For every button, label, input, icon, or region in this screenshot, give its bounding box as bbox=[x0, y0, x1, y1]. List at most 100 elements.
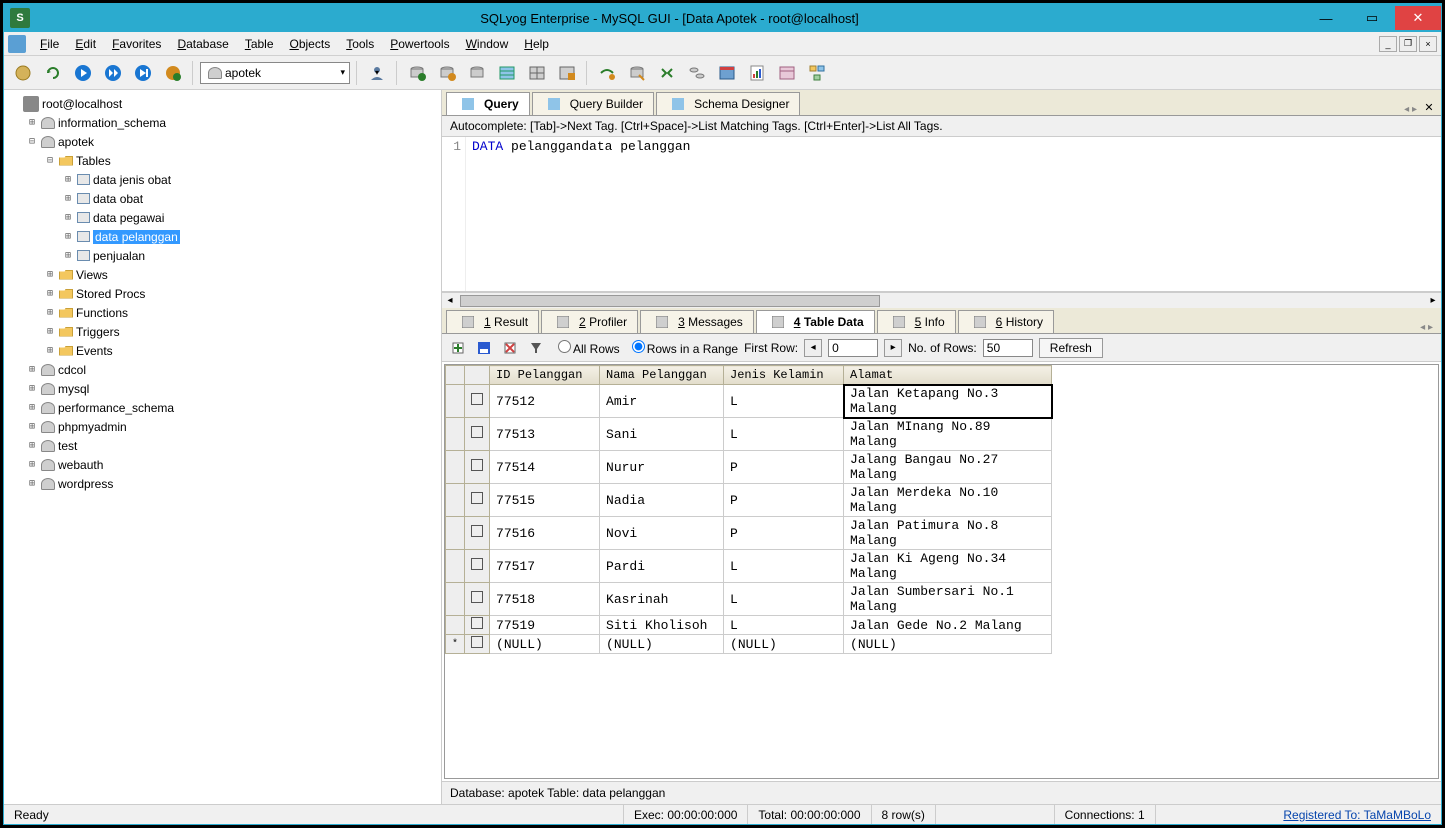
row-checkbox[interactable] bbox=[465, 550, 490, 583]
menu-window[interactable]: Window bbox=[458, 35, 517, 53]
row-checkbox[interactable] bbox=[465, 484, 490, 517]
expand-icon[interactable]: ⊞ bbox=[62, 212, 74, 223]
expand-icon[interactable]: ⊞ bbox=[26, 402, 38, 413]
result-tab-history[interactable]: 6 History bbox=[958, 310, 1054, 333]
save-icon[interactable] bbox=[474, 338, 494, 358]
cell[interactable]: Jalan MInang No.89 Malang bbox=[844, 418, 1052, 451]
tree-root[interactable]: root@localhost bbox=[4, 94, 441, 113]
close-button[interactable]: ✕ bbox=[1395, 6, 1441, 30]
cell[interactable]: 77519 bbox=[490, 616, 600, 635]
object-browser-tree[interactable]: root@localhost⊞information_schema⊟apotek… bbox=[4, 90, 442, 804]
expand-icon[interactable]: ⊞ bbox=[26, 383, 38, 394]
data-grid[interactable]: ID PelangganNama PelangganJenis KelaminA… bbox=[444, 364, 1439, 779]
tree-db-performance_schema[interactable]: ⊞performance_schema bbox=[4, 398, 441, 417]
filter-icon[interactable] bbox=[526, 338, 546, 358]
cell[interactable]: Siti Kholisoh bbox=[600, 616, 724, 635]
expand-icon[interactable]: ⊞ bbox=[26, 440, 38, 451]
registered-to-link[interactable]: Registered To: TaMaMBoLo bbox=[1273, 808, 1441, 822]
cell[interactable]: (NULL) bbox=[490, 635, 600, 654]
table-row[interactable]: 77518KasrinahLJalan Sumbersari No.1 Mala… bbox=[446, 583, 1052, 616]
table-row[interactable]: 77517PardiLJalan Ki Ageng No.34 Malang bbox=[446, 550, 1052, 583]
tree-table-penjualan[interactable]: ⊞penjualan bbox=[4, 246, 441, 265]
row-checkbox[interactable] bbox=[465, 583, 490, 616]
cell[interactable]: Jalang Bangau No.27 Malang bbox=[844, 451, 1052, 484]
refresh-icon[interactable] bbox=[40, 60, 66, 86]
table-tool1-icon[interactable] bbox=[494, 60, 520, 86]
cell[interactable]: Pardi bbox=[600, 550, 724, 583]
row-checkbox[interactable] bbox=[465, 616, 490, 635]
cell[interactable]: Jalan Merdeka No.10 Malang bbox=[844, 484, 1052, 517]
menu-objects[interactable]: Objects bbox=[282, 35, 339, 53]
menu-edit[interactable]: Edit bbox=[67, 35, 104, 53]
row-checkbox[interactable] bbox=[465, 517, 490, 550]
tabbar-nav-icon[interactable]: ◂ ▸ bbox=[1400, 104, 1421, 115]
sync-tool3-icon[interactable] bbox=[654, 60, 680, 86]
cell[interactable]: 77514 bbox=[490, 451, 600, 484]
cell[interactable]: 77512 bbox=[490, 385, 600, 418]
tree-folder-Events[interactable]: ⊞Events bbox=[4, 341, 441, 360]
tree-db-webauth[interactable]: ⊞webauth bbox=[4, 455, 441, 474]
db-tool2-icon[interactable] bbox=[434, 60, 460, 86]
cell[interactable]: Novi bbox=[600, 517, 724, 550]
rows-in-range-radio[interactable]: Rows in a Range bbox=[626, 340, 738, 356]
column-header[interactable]: Jenis Kelamin bbox=[724, 366, 844, 385]
cell[interactable]: Jalan Gede No.2 Malang bbox=[844, 616, 1052, 635]
schedule-icon[interactable] bbox=[714, 60, 740, 86]
cell[interactable]: L bbox=[724, 385, 844, 418]
table-row[interactable]: 77512AmirLJalan Ketapang No.3 Malang bbox=[446, 385, 1052, 418]
result-nav-icon[interactable]: ◂ ▸ bbox=[1416, 322, 1437, 333]
delete-row-icon[interactable] bbox=[500, 338, 520, 358]
prev-page-button[interactable]: ◂ bbox=[804, 339, 822, 357]
result-tab-result[interactable]: 1 Result bbox=[446, 310, 539, 333]
report-icon[interactable] bbox=[744, 60, 770, 86]
column-header[interactable]: Nama Pelanggan bbox=[600, 366, 724, 385]
table-row[interactable]: 77516NoviPJalan Patimura No.8 Malang bbox=[446, 517, 1052, 550]
tree-db-test[interactable]: ⊞test bbox=[4, 436, 441, 455]
cell[interactable]: (NULL) bbox=[600, 635, 724, 654]
table-row[interactable]: 77515NadiaPJalan Merdeka No.10 Malang bbox=[446, 484, 1052, 517]
table-tool2-icon[interactable] bbox=[524, 60, 550, 86]
execute-icon[interactable] bbox=[70, 60, 96, 86]
expand-icon[interactable]: ⊞ bbox=[62, 193, 74, 204]
cell[interactable]: Jalan Ki Ageng No.34 Malang bbox=[844, 550, 1052, 583]
expand-icon[interactable]: ⊞ bbox=[44, 326, 56, 337]
cell[interactable]: 77513 bbox=[490, 418, 600, 451]
result-tab-table-data[interactable]: 4 Table Data bbox=[756, 310, 875, 333]
mdi-minimize[interactable]: _ bbox=[1379, 36, 1397, 52]
cell[interactable]: L bbox=[724, 550, 844, 583]
database-selector[interactable]: apotek ▾ bbox=[200, 62, 350, 84]
cell[interactable]: Nurur bbox=[600, 451, 724, 484]
cell[interactable]: Jalan Sumbersari No.1 Malang bbox=[844, 583, 1052, 616]
cell[interactable]: 77517 bbox=[490, 550, 600, 583]
new-connection-icon[interactable] bbox=[10, 60, 36, 86]
tab-query-builder[interactable]: Query Builder bbox=[532, 92, 654, 115]
cell[interactable]: Nadia bbox=[600, 484, 724, 517]
cell[interactable]: L bbox=[724, 583, 844, 616]
cell[interactable]: (NULL) bbox=[724, 635, 844, 654]
add-row-icon[interactable] bbox=[448, 338, 468, 358]
tree-table-data-obat[interactable]: ⊞data obat bbox=[4, 189, 441, 208]
expand-icon[interactable]: ⊟ bbox=[26, 136, 38, 147]
cell[interactable]: 77518 bbox=[490, 583, 600, 616]
expand-icon[interactable]: ⊞ bbox=[44, 345, 56, 356]
maximize-button[interactable]: ▭ bbox=[1349, 6, 1395, 30]
refresh-button[interactable]: Refresh bbox=[1039, 338, 1103, 358]
menu-help[interactable]: Help bbox=[516, 35, 557, 53]
cell[interactable]: Jalan Patimura No.8 Malang bbox=[844, 517, 1052, 550]
row-checkbox[interactable] bbox=[465, 451, 490, 484]
tab-query[interactable]: Query bbox=[446, 92, 530, 115]
db-tool1-icon[interactable] bbox=[404, 60, 430, 86]
expand-icon[interactable]: ⊞ bbox=[62, 250, 74, 261]
cell[interactable]: L bbox=[724, 616, 844, 635]
tree-table-data-pelanggan[interactable]: ⊞data pelanggan bbox=[4, 227, 441, 246]
tab-schema-designer[interactable]: Schema Designer bbox=[656, 92, 800, 115]
scroll-thumb[interactable] bbox=[460, 295, 880, 307]
cell[interactable]: P bbox=[724, 451, 844, 484]
db-tool3-icon[interactable] bbox=[464, 60, 490, 86]
tree-folder-Views[interactable]: ⊞Views bbox=[4, 265, 441, 284]
tree-folder-Stored-Procs[interactable]: ⊞Stored Procs bbox=[4, 284, 441, 303]
expand-icon[interactable]: ⊞ bbox=[26, 117, 38, 128]
expand-icon[interactable]: ⊟ bbox=[44, 155, 56, 166]
tree-folder-Functions[interactable]: ⊞Functions bbox=[4, 303, 441, 322]
stop-icon[interactable] bbox=[160, 60, 186, 86]
